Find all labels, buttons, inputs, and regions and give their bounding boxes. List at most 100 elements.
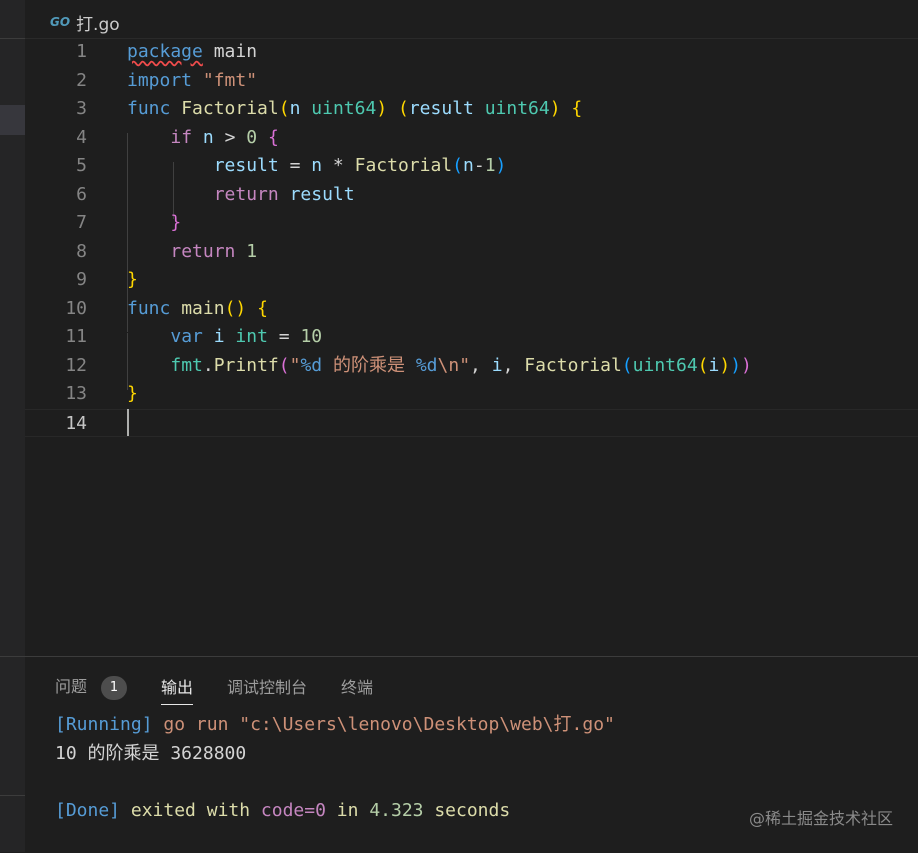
code-token: int [235,326,268,347]
code-line[interactable]: 4 if n > 0 { [25,124,918,153]
code-line[interactable]: 1 package main [25,38,918,67]
problems-count-badge: 1 [101,675,128,700]
output-token: [Running] [55,714,153,735]
line-number: 13 [65,383,87,404]
code-line[interactable]: 3 func Factorial(n uint64) (result uint64… [25,95,918,124]
code-text: package main [127,38,257,67]
code-token: ( [452,155,463,176]
code-text: import "fmt" [127,67,257,96]
line-number: 12 [65,354,87,376]
code-token: var [170,326,203,347]
code-token: ) [730,354,742,376]
tab-filename: 打.go [76,14,120,35]
code-token: i [491,354,503,376]
line-number: 1 [76,41,87,62]
code-text: if n > 0 { [127,124,278,153]
output-line: [Done] exited with code=0 in 4.323 secon… [55,797,510,825]
code-token: } [170,212,182,233]
code-token: return [213,183,279,205]
strip-divider [0,795,25,796]
panel-tab[interactable]: 调试控制台 [227,674,307,704]
panel-tab[interactable]: 问题 1 [55,673,128,706]
code-token: ) [495,155,507,176]
code-line[interactable]: 11 var i int = 10 [25,323,918,352]
code-token: " [289,354,301,376]
code-text: func Factorial(n uint64) (result uint64)… [127,95,582,124]
code-token: n [289,98,312,119]
code-token: n [202,126,214,148]
code-editor[interactable]: 1 package main 2 import "fmt" 3 func Factoria… [25,38,918,656]
code-token: %d [300,354,323,376]
code-line[interactable]: 14 [25,408,918,437]
code-token: n [463,155,474,176]
code-text: result = n * Factorial(n-1) [127,152,507,181]
code-line[interactable]: 13} [25,380,918,409]
code-line[interactable]: 10 func main() { [25,295,918,324]
code-token: ( [697,354,709,376]
code-text: var i int = 10 [127,323,322,352]
output-line: [Running] go run "c:\Users\lenovo\Deskto… [55,711,615,739]
code-line[interactable]: 6 return result [25,181,918,210]
code-token: Factorial [524,354,622,376]
text-cursor [127,409,129,436]
code-token: Factorial [354,155,453,176]
code-token: i [213,326,225,347]
go-file-icon: GO [50,15,71,29]
line-number: 9 [76,269,87,290]
code-text: return 1 [127,238,257,267]
code-token: result [213,155,279,176]
code-text: } [127,209,181,238]
code-token: func [127,297,171,319]
watermark: @稀土掘金技术社区 [748,809,893,828]
code-token: result [408,98,485,119]
code-text: func main() { [127,295,268,324]
code-token: = [278,155,312,176]
line-number: 7 [76,212,87,233]
code-token: main [181,297,225,319]
code-line[interactable]: 7 } [25,209,918,238]
code-token: ( [398,98,409,119]
code-line[interactable]: 8 return 1 [25,238,918,267]
code-token: 10 [300,326,323,347]
panel-tab-label: 输出 [161,677,194,697]
code-line[interactable]: 2 import "fmt" [25,67,918,96]
code-token: uint64 [311,98,377,119]
panel-tabs: 问题 1 输出 调试控制台 终端 [55,673,407,706]
code-token: 1 [246,240,258,262]
code-token: " [459,354,471,376]
panel-tab[interactable]: 输出 [161,674,194,705]
panel-tab-label: 终端 [341,678,374,698]
strip-active-item[interactable] [0,105,25,135]
code-token: "fmt" [202,69,258,91]
code-token: return [170,240,236,262]
panel-tab-label: 调试控制台 [227,678,308,698]
output-token: go run [152,714,240,735]
code-token: \n [437,354,460,376]
panel-tab[interactable]: 终端 [341,674,373,704]
code-token: n [311,155,323,176]
code-line[interactable]: 12 fmt.Printf("%d 的阶乘是 %d\n", i, Factori… [25,352,918,381]
code-line[interactable]: 5 result = n * Factorial(n-1) [25,152,918,181]
editor-tab[interactable]: GO 打.go [50,8,120,36]
code-token: Printf [213,354,279,376]
code-token: uint64 [484,98,550,119]
line-number: 11 [65,326,87,347]
code-line[interactable]: 9} [25,266,918,295]
code-token: i [708,354,720,376]
code-token: 0 [246,126,258,148]
